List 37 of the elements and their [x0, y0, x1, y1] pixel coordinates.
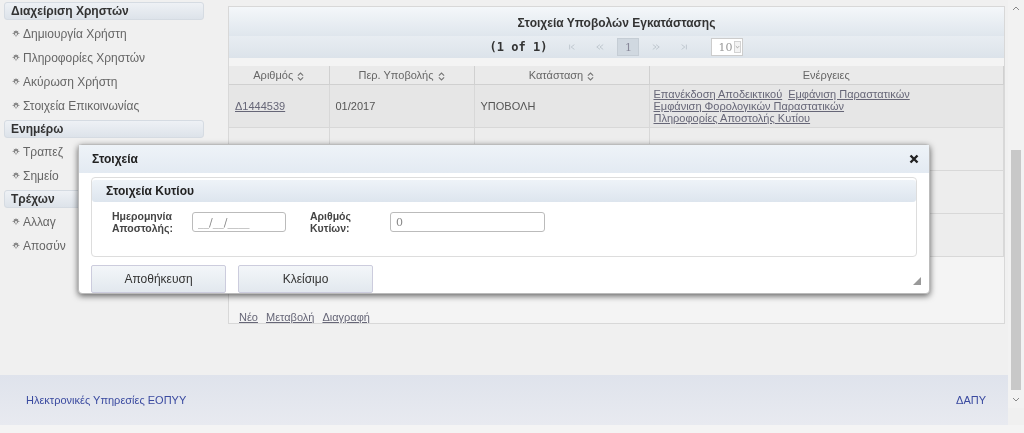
action-link[interactable]: Πληροφορίες Αποστολής Κυτίου: [653, 112, 811, 124]
action-link[interactable]: Μεταβολή: [265, 311, 315, 323]
table-cell: 01/2017: [335, 100, 376, 112]
rows-per-page-select[interactable]: 10: [711, 38, 744, 56]
table-cell: ΥΠΟΒΟΛΗ: [480, 100, 536, 112]
submission-number-link[interactable]: Δ1444539: [235, 100, 286, 112]
input-field[interactable]: 0: [390, 212, 545, 232]
sidebar-section-header[interactable]: Διαχείριση Χρηστών: [4, 2, 204, 20]
action-link[interactable]: Επανέκδοση Αποδεικτικού: [653, 88, 783, 100]
dialog-title: Στοιχεία: [92, 152, 138, 166]
sidebar-item[interactable]: Αλλαγ: [23, 215, 56, 229]
footer-link[interactable]: ΔΑΠΥ: [956, 394, 986, 406]
action-link[interactable]: Εμφάνιση Παραστατικών: [788, 88, 910, 100]
sidebar-item[interactable]: Δημιουργία Χρήστη: [23, 27, 127, 41]
dialog-button[interactable]: Κλείσιμο: [238, 265, 373, 293]
column-header[interactable]: Περ. Υποβολής: [329, 66, 474, 85]
footer-link[interactable]: Ηλεκτρονικές Υπηρεσίες ΕΟΠΥΥ: [26, 394, 187, 406]
sidebar-item[interactable]: Σημείο: [23, 169, 59, 183]
column-header[interactable]: Αριθμός: [229, 66, 329, 85]
sidebar-item[interactable]: Ακύρωση Χρήστη: [23, 75, 118, 89]
action-link[interactable]: Εμφάνιση Φορολογικών Παραστατικών: [653, 100, 845, 112]
input-field[interactable]: __/__/____: [192, 212, 286, 232]
page-summary: (1 of 1): [489, 40, 548, 54]
column-header[interactable]: Ενέργειες: [649, 66, 1004, 85]
sidebar-item[interactable]: Πληροφορίες Χρηστών: [23, 51, 146, 65]
dialog-button[interactable]: Αποθήκευση: [91, 265, 226, 293]
action-link[interactable]: Νέο: [239, 311, 258, 323]
section-header: Στοιχεία Κυτίου: [92, 180, 916, 202]
column-header[interactable]: Κατάσταση: [474, 66, 649, 85]
sidebar-section-header[interactable]: Ενημέρω: [4, 120, 204, 138]
field-label: Αριθμός Κυτίων:: [310, 210, 352, 234]
sidebar-item[interactable]: Στοιχεία Επικοινωνίας: [23, 99, 140, 113]
field-label: Ημερομηνία Αποστολής:: [112, 210, 174, 234]
table-title: Στοιχεία Υποβολών Εγκατάστασης: [229, 7, 1004, 36]
action-link[interactable]: Διαγραφή: [322, 311, 370, 323]
sidebar-item[interactable]: Τραπεζ: [23, 145, 63, 159]
sidebar-item[interactable]: Αποσύν: [23, 239, 66, 253]
